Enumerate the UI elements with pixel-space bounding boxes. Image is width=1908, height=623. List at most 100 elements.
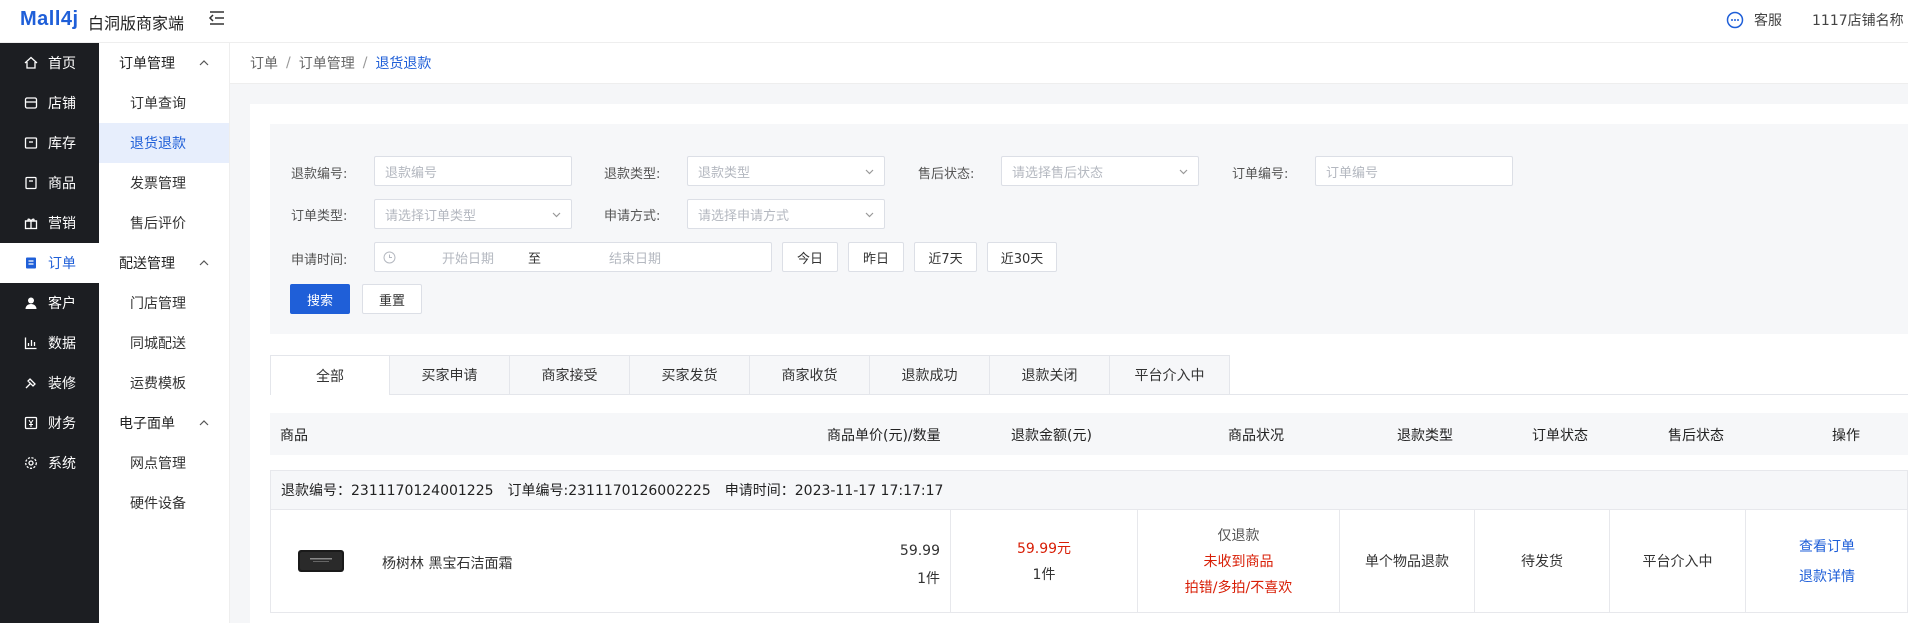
- clock-icon: [383, 251, 396, 263]
- product-qty: 1件: [917, 571, 940, 587]
- sub-freight[interactable]: 运费模板: [99, 363, 229, 403]
- nav-label: 财务: [48, 416, 76, 432]
- order-type-select[interactable]: 请选择订单类型: [374, 199, 572, 229]
- sub-review[interactable]: 售后评价: [99, 203, 229, 243]
- date-range-picker[interactable]: 开始日期 至 结束日期: [374, 242, 772, 272]
- user-icon: [25, 297, 37, 309]
- today-button[interactable]: 今日: [782, 242, 838, 272]
- th-unit-price: 商品单价(元)/数量: [827, 428, 941, 444]
- sub-order-query[interactable]: 订单查询: [99, 83, 229, 123]
- chevron-down-icon: [865, 212, 874, 218]
- group-label: 配送管理: [119, 256, 175, 272]
- nav-marketing[interactable]: 营销: [0, 203, 99, 243]
- search-button[interactable]: 搜索: [290, 284, 350, 314]
- chevron-down-icon: [552, 212, 561, 218]
- breadcrumb-order-mgmt[interactable]: 订单管理: [299, 53, 355, 73]
- end-date[interactable]: 结束日期: [609, 248, 661, 267]
- sub-outlet[interactable]: 网点管理: [99, 443, 229, 483]
- chevron-up-icon: [199, 60, 209, 66]
- status-tabs: 全部 买家申请 商家接受 买家发货 商家收货 退款成功 退款关闭 平台介入中: [270, 355, 1230, 395]
- nav-home[interactable]: 首页: [0, 43, 99, 83]
- select-placeholder: 退款类型: [698, 165, 751, 181]
- refund-detail-link[interactable]: 退款详情: [1799, 566, 1855, 586]
- date-to: 至: [528, 251, 542, 267]
- breadcrumb-sep: /: [362, 55, 368, 71]
- main-nav: 首页 店铺 库存 商品 营销 订单 客户 数据 装修 财务 系统: [0, 43, 99, 623]
- last7-button[interactable]: 近7天: [914, 242, 977, 272]
- order-type-label: 订单类型:: [291, 209, 348, 224]
- reset-button[interactable]: 重置: [362, 284, 422, 314]
- nav-label: 库存: [48, 136, 76, 152]
- home-icon: [24, 56, 38, 69]
- customer-service[interactable]: 客服: [1726, 10, 1782, 30]
- view-order-link[interactable]: 查看订单: [1799, 536, 1855, 556]
- nav-finance[interactable]: 财务: [0, 403, 99, 443]
- apply-way-select[interactable]: 请选择申请方式: [687, 199, 885, 229]
- breadcrumb-order[interactable]: 订单: [250, 53, 278, 73]
- refund-number: 退款编号：2311170124001225: [281, 483, 494, 499]
- top-header: Mall4j 白洞版商家端 客服 1117店铺名称: [0, 0, 1908, 43]
- tab-all[interactable]: 全部: [270, 355, 390, 395]
- yesterday-button[interactable]: 昨日: [848, 242, 904, 272]
- cell-order-status: 待发货: [1474, 510, 1609, 612]
- group-delivery[interactable]: 配送管理: [99, 243, 229, 283]
- nav-data[interactable]: 数据: [0, 323, 99, 363]
- gear-icon: [25, 457, 37, 469]
- sub-invoice[interactable]: 发票管理: [99, 163, 229, 203]
- tab-merchant-accept[interactable]: 商家接受: [510, 355, 630, 395]
- refund-no-input[interactable]: 退款编号: [374, 156, 572, 186]
- after-status: 平台介入中: [1642, 554, 1713, 570]
- product-thumbnail[interactable]: [296, 547, 346, 575]
- nav-order[interactable]: 订单: [0, 243, 99, 283]
- chat-icon: [1726, 11, 1744, 29]
- logo[interactable]: Mall4j: [20, 8, 79, 31]
- th-product-status: 商品状况: [1228, 428, 1284, 444]
- cell-after-status: 平台介入中: [1609, 510, 1745, 612]
- cell-refund-type: 单个物品退款: [1339, 510, 1474, 612]
- order-no-input[interactable]: 订单编号: [1315, 156, 1513, 186]
- nav-product[interactable]: 商品: [0, 163, 99, 203]
- th-action: 操作: [1832, 428, 1860, 444]
- menu-fold-icon[interactable]: [208, 9, 226, 27]
- order-row: 59.99元 1件 仅退款 未收到商品 拍错/多拍/不喜欢 单个物品退款 待发货…: [270, 510, 1908, 613]
- shop-name[interactable]: 1117店铺名称: [1812, 10, 1904, 30]
- product-name[interactable]: 杨树林 黑宝石洁面霜: [382, 553, 512, 573]
- nav-customer[interactable]: 客户: [0, 283, 99, 323]
- breadcrumb-sep: /: [286, 55, 291, 71]
- sub-same-city[interactable]: 同城配送: [99, 323, 229, 363]
- chevron-up-icon: [199, 260, 209, 266]
- nav-system[interactable]: 系统: [0, 443, 99, 483]
- tab-buyer-apply[interactable]: 买家申请: [390, 355, 510, 395]
- product-price: 59.99: [899, 543, 940, 559]
- tab-refund-success[interactable]: 退款成功: [870, 355, 990, 395]
- sub-store-mgmt[interactable]: 门店管理: [99, 283, 229, 323]
- nav-decorate[interactable]: 装修: [0, 363, 99, 403]
- group-order-mgmt[interactable]: 订单管理: [99, 43, 229, 83]
- condition-detail: 拍错/多拍/不喜欢: [1184, 580, 1293, 596]
- chevron-down-icon: [865, 169, 874, 175]
- after-status-select[interactable]: 请选择售后状态: [1001, 156, 1199, 186]
- refund-type-select[interactable]: 退款类型: [687, 156, 885, 186]
- nav-inventory[interactable]: 库存: [0, 123, 99, 163]
- group-waybill[interactable]: 电子面单: [99, 403, 229, 443]
- condition-type: 仅退款: [1217, 528, 1260, 544]
- breadcrumb: 订单 / 订单管理 / 退货退款: [230, 43, 1908, 84]
- group-label: 电子面单: [119, 416, 175, 432]
- select-placeholder: 请选择申请方式: [698, 208, 790, 224]
- chart-icon: [24, 337, 37, 350]
- nav-label: 订单: [48, 256, 76, 272]
- refund-no-label: 退款编号:: [291, 167, 348, 182]
- cell-refund-amount: 59.99元 1件: [950, 510, 1137, 612]
- last30-button[interactable]: 近30天: [987, 242, 1057, 272]
- start-date[interactable]: 开始日期: [442, 248, 494, 267]
- refund-qty: 1件: [1032, 567, 1056, 583]
- tab-buyer-ship[interactable]: 买家发货: [630, 355, 750, 395]
- apply-way-label: 申请方式:: [604, 209, 661, 224]
- tab-merchant-receive[interactable]: 商家收货: [750, 355, 870, 395]
- nav-store[interactable]: 店铺: [0, 83, 99, 123]
- sub-return-refund[interactable]: 退货退款: [99, 123, 229, 163]
- th-refund-amount: 退款金额(元): [1011, 428, 1092, 444]
- tab-refund-closed[interactable]: 退款关闭: [990, 355, 1110, 395]
- tab-platform-intervene[interactable]: 平台介入中: [1110, 355, 1230, 395]
- sub-hardware[interactable]: 硬件设备: [99, 483, 229, 523]
